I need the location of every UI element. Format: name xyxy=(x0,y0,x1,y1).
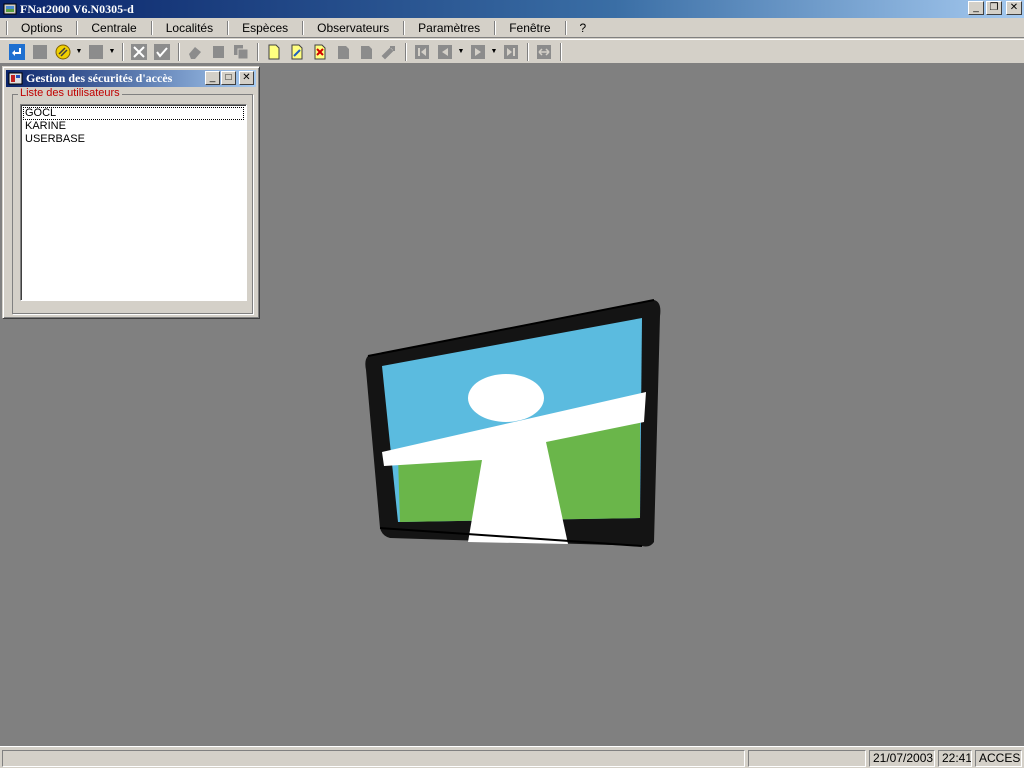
delete-document-icon xyxy=(314,44,326,59)
status-mode: ACCESS xyxy=(975,750,1022,767)
minimize-icon: _ xyxy=(209,72,216,83)
first-icon xyxy=(415,44,429,59)
menu-localites[interactable]: Localités xyxy=(150,20,227,35)
restore-button[interactable]: ❐ xyxy=(986,1,1002,15)
restore-icon: ❐ xyxy=(989,2,999,13)
close-button[interactable]: ✕ xyxy=(1006,1,1022,15)
check-icon xyxy=(154,43,170,60)
cancel-button[interactable] xyxy=(128,42,150,62)
edit-document-button[interactable] xyxy=(286,42,308,62)
child-maximize-button[interactable]: □ xyxy=(221,71,236,85)
status-main-pane xyxy=(2,750,745,767)
square-icon xyxy=(33,44,47,59)
new-record-button[interactable] xyxy=(29,42,51,62)
page-button[interactable] xyxy=(207,42,229,62)
toolbar-separator xyxy=(527,42,529,61)
child-title-bar[interactable]: Gestion des sécurités d'accès _ □ ✕ xyxy=(6,70,256,87)
users-group: Liste des utilisateurs GOCL KARINE USERB… xyxy=(12,87,253,314)
document-button-5[interactable] xyxy=(355,42,377,62)
status-date: 21/07/2003 xyxy=(869,750,935,767)
link-button[interactable] xyxy=(52,42,74,62)
next-dropdown[interactable]: ▼ xyxy=(490,42,498,62)
document-icon xyxy=(361,45,372,59)
link-icon xyxy=(55,44,71,59)
toolbar-separator xyxy=(257,42,259,61)
previous-dropdown[interactable]: ▼ xyxy=(457,42,465,62)
menu-options[interactable]: Options xyxy=(6,20,76,35)
menu-especes[interactable]: Espèces xyxy=(227,20,302,35)
document-button-4[interactable] xyxy=(332,42,354,62)
child-title: Gestion des sécurités d'accès xyxy=(26,71,173,85)
last-record-button[interactable] xyxy=(500,42,522,62)
validate-button[interactable] xyxy=(151,42,173,62)
menu-help[interactable]: ? xyxy=(564,20,601,35)
menu-bar: Options Centrale Localités Espèces Obser… xyxy=(0,18,1024,38)
page-icon xyxy=(213,45,224,58)
list-item[interactable]: GOCL xyxy=(23,107,244,120)
document-icon xyxy=(338,45,349,59)
tools-button[interactable] xyxy=(378,42,400,62)
status-bar: 21/07/2003 22:41 ACCESS xyxy=(0,746,1024,768)
edit-document-icon xyxy=(291,44,303,59)
status-time: 22:41 xyxy=(938,750,972,767)
maximize-icon: □ xyxy=(225,72,232,83)
menu-fenetre[interactable]: Fenêtre xyxy=(494,20,564,35)
minimize-button[interactable]: _ xyxy=(968,1,984,15)
status-pane-2 xyxy=(748,750,866,767)
menu-observateurs[interactable]: Observateurs xyxy=(302,20,403,35)
square-icon xyxy=(89,44,103,59)
minimize-icon: _ xyxy=(973,2,979,13)
print-dropdown[interactable]: ▼ xyxy=(108,42,116,62)
close-icon: ✕ xyxy=(1009,2,1019,13)
users-listbox[interactable]: GOCL KARINE USERBASE xyxy=(20,104,247,301)
access-security-window[interactable]: Gestion des sécurités d'accès _ □ ✕ List… xyxy=(2,66,260,319)
dropdown-arrow-icon: ▼ xyxy=(457,48,465,55)
next-icon xyxy=(471,44,485,59)
erase-button[interactable] xyxy=(184,42,206,62)
wrench-icon xyxy=(381,45,395,59)
app-title: FNat2000 V6.N0305-d xyxy=(20,2,134,16)
app-icon[interactable] xyxy=(3,2,17,16)
new-document-icon xyxy=(268,44,280,59)
dropdown-arrow-icon: ▼ xyxy=(108,48,116,55)
link-dropdown[interactable]: ▼ xyxy=(75,42,83,62)
users-group-label: Liste des utilisateurs xyxy=(18,87,122,99)
dropdown-arrow-icon: ▼ xyxy=(490,48,498,55)
copy-icon xyxy=(234,44,249,59)
child-close-button[interactable]: ✕ xyxy=(239,71,254,85)
app-title-bar[interactable]: FNat2000 V6.N0305-d _ ❐ ✕ xyxy=(0,0,1024,18)
fit-button[interactable] xyxy=(533,42,555,62)
list-item[interactable]: KARINE xyxy=(23,120,244,133)
previous-icon xyxy=(438,44,452,59)
fnat-logo-image xyxy=(365,299,661,547)
first-record-button[interactable] xyxy=(411,42,433,62)
list-item[interactable]: USERBASE xyxy=(23,133,244,146)
toolbar-separator xyxy=(178,42,180,61)
delete-document-button[interactable] xyxy=(309,42,331,62)
child-minimize-button[interactable]: _ xyxy=(205,71,220,85)
next-record-button[interactable] xyxy=(467,42,489,62)
dropdown-arrow-icon: ▼ xyxy=(75,48,83,55)
back-arrow-icon xyxy=(9,43,25,60)
security-icon xyxy=(8,72,23,85)
menu-parametres[interactable]: Paramètres xyxy=(403,20,494,35)
last-icon xyxy=(504,44,518,59)
previous-record-button[interactable] xyxy=(434,42,456,62)
print-button[interactable] xyxy=(85,42,107,62)
toolbar-separator xyxy=(122,42,124,61)
toolbar: ▼ ▼ ▼ ▼ xyxy=(0,39,1024,64)
expand-icon xyxy=(537,44,551,59)
eraser-icon xyxy=(189,46,201,59)
back-button[interactable] xyxy=(6,42,28,62)
menu-centrale[interactable]: Centrale xyxy=(76,20,150,35)
new-document-button[interactable] xyxy=(263,42,285,62)
copy-button[interactable] xyxy=(230,42,252,62)
toolbar-separator xyxy=(405,42,407,61)
close-icon: ✕ xyxy=(242,72,251,83)
toolbar-separator xyxy=(560,42,562,61)
x-mark-icon xyxy=(131,43,147,60)
